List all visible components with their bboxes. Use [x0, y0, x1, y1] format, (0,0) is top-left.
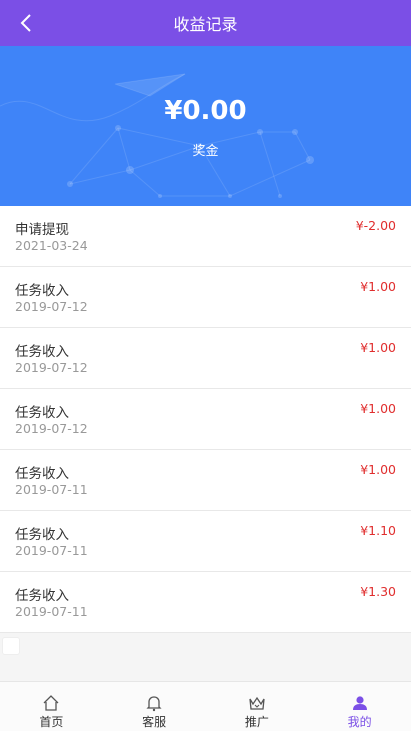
tab-label: 推广 — [244, 715, 269, 729]
record-date: 2019-07-12 — [15, 299, 88, 314]
record-date: 2019-07-11 — [15, 543, 88, 558]
crown-icon — [248, 694, 266, 712]
tab-label: 我的 — [347, 715, 372, 729]
list-item[interactable]: 任务收入 2019-07-12 ¥1.00 — [0, 328, 411, 389]
record-date: 2019-07-12 — [15, 360, 88, 375]
balance-banner: ¥0.00 奖金 — [0, 46, 411, 206]
record-name: 任务收入 — [15, 527, 69, 543]
record-amount: ¥1.00 — [360, 340, 396, 355]
record-amount: ¥1.00 — [360, 462, 396, 477]
tab-label: 首页 — [39, 715, 64, 729]
balance-amount: ¥0.00 — [164, 96, 247, 126]
tab-mine[interactable]: 我的 — [308, 682, 411, 731]
list-item[interactable]: 任务收入 2019-07-12 ¥1.00 — [0, 389, 411, 450]
back-button[interactable] — [10, 7, 42, 39]
record-name: 任务收入 — [15, 283, 69, 299]
tab-label: 客服 — [142, 715, 167, 729]
list-item[interactable]: 任务收入 2019-07-11 ¥1.00 — [0, 450, 411, 511]
list-item[interactable]: 任务收入 2019-07-11 ¥1.30 — [0, 572, 411, 633]
tab-service[interactable]: 客服 — [103, 682, 206, 731]
list-item[interactable]: 任务收入 2019-07-11 ¥1.10 — [0, 511, 411, 572]
page-title: 收益记录 — [173, 15, 238, 34]
tab-home[interactable]: 首页 — [0, 682, 103, 731]
record-name: 任务收入 — [15, 466, 69, 482]
record-date: 2021-03-24 — [15, 238, 88, 253]
record-amount: ¥1.00 — [360, 279, 396, 294]
tab-promote[interactable]: 推广 — [206, 682, 309, 731]
bell-icon — [145, 694, 163, 712]
balance-label: 奖金 — [192, 144, 219, 159]
record-date: 2019-07-12 — [15, 421, 88, 436]
top-nav-bar: 收益记录 — [0, 0, 411, 46]
record-amount: ¥1.00 — [360, 401, 396, 416]
earnings-list: 申请提现 2021-03-24 ¥-2.00 任务收入 2019-07-12 ¥… — [0, 206, 411, 633]
record-name: 任务收入 — [15, 405, 69, 421]
record-amount: ¥1.30 — [360, 584, 396, 599]
list-item[interactable]: 任务收入 2019-07-12 ¥1.00 — [0, 267, 411, 328]
record-name: 任务收入 — [15, 344, 69, 360]
network-decoration — [0, 73, 314, 198]
scroll-top-button[interactable] — [2, 637, 20, 655]
home-icon — [42, 694, 60, 712]
record-date: 2019-07-11 — [15, 604, 88, 619]
record-amount: ¥-2.00 — [355, 218, 396, 233]
bottom-tab-bar: 首页 客服 推广 我的 — [0, 681, 411, 731]
list-item[interactable]: 申请提现 2021-03-24 ¥-2.00 — [0, 206, 411, 267]
chevron-left-icon — [20, 14, 31, 32]
user-icon — [351, 694, 369, 712]
record-amount: ¥1.10 — [360, 523, 396, 538]
record-date: 2019-07-11 — [15, 482, 88, 497]
record-name: 任务收入 — [15, 588, 69, 604]
record-name: 申请提现 — [15, 222, 69, 238]
